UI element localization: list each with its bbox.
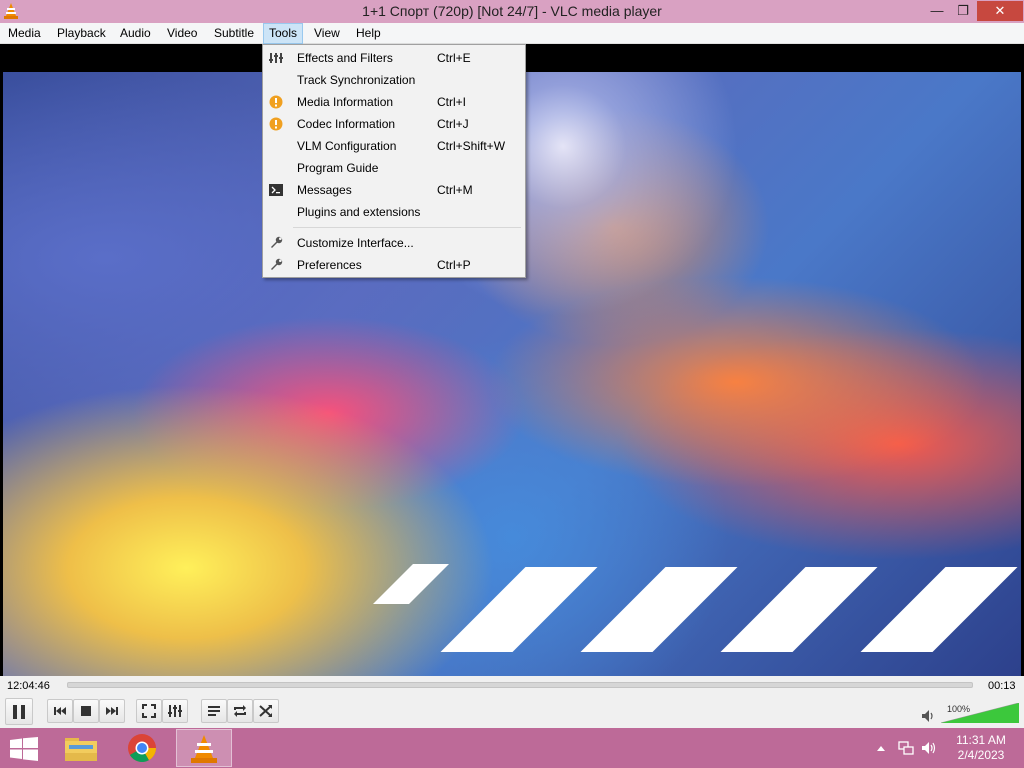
menu-item-preferences[interactable]: Preferences Ctrl+P [263,254,525,276]
window-title: 1+1 Спорт (720p) [Not 24/7] - VLC media … [362,3,662,19]
menu-item-program-guide[interactable]: Program Guide [263,157,525,179]
menu-separator [293,227,521,228]
vlc-cone-icon [191,735,217,763]
menu-item-media-information[interactable]: Media Information Ctrl+I [263,91,525,113]
terminal-icon [269,184,283,196]
seek-bar-row: 12:04:46 00:13 [0,676,1024,696]
video-stripe [580,567,738,652]
stop-button[interactable] [73,699,99,723]
next-icon [106,707,118,715]
menu-item-effects-filters[interactable]: Effects and Filters Ctrl+E [263,47,525,69]
playlist-button[interactable] [201,699,227,723]
wrench-icon [271,236,283,248]
folder-icon [65,738,97,761]
loop-icon [234,705,246,717]
title-bar[interactable]: 1+1 Спорт (720p) [Not 24/7] - VLC media … [0,0,1024,23]
restore-button[interactable]: ❐ [950,1,976,21]
menu-bar: Media Playback Audio Video Subtitle Tool… [0,23,1024,44]
chrome-icon [128,734,156,762]
menu-item-vlm-configuration[interactable]: VLM Configuration Ctrl+Shift+W [263,135,525,157]
clock-date: 2/4/2023 [957,748,1005,762]
pause-icon [13,705,25,719]
menu-help[interactable]: Help [351,23,386,44]
volume-slider[interactable] [941,703,1019,723]
video-stripe [720,567,878,652]
taskbar-file-explorer[interactable] [53,729,109,767]
fullscreen-button[interactable] [136,699,162,723]
video-stripe [440,567,598,652]
playlist-icon [208,706,220,716]
show-hidden-icons-chevron[interactable] [877,745,885,751]
playback-controls: 100% [0,696,1024,728]
clock-time: 11:31 AM [956,733,1006,747]
stop-icon [81,706,91,716]
taskbar-vlc[interactable] [176,729,232,767]
menu-playback[interactable]: Playback [52,23,111,44]
extended-settings-button[interactable] [162,699,188,723]
elapsed-time: 12:04:46 [7,680,50,692]
menu-item-track-synchronization[interactable]: Track Synchronization [263,69,525,91]
pause-button[interactable] [5,698,33,725]
video-stripe [373,564,449,604]
previous-icon [54,707,66,715]
seek-slider[interactable] [67,682,973,688]
menu-media[interactable]: Media [3,23,46,44]
equalizer-icon [269,53,283,63]
windows-start-icon[interactable] [10,737,38,761]
equalizer-icon [168,705,182,717]
loop-button[interactable] [227,699,253,723]
video-stripe [860,567,1018,652]
network-icon[interactable] [898,740,914,756]
info-icon [269,95,283,109]
next-button[interactable] [99,699,125,723]
menu-item-codec-information[interactable]: Codec Information Ctrl+J [263,113,525,135]
menu-view[interactable]: View [309,23,345,44]
menu-subtitle[interactable]: Subtitle [209,23,259,44]
menu-item-plugins-extensions[interactable]: Plugins and extensions [263,201,525,223]
wrench-icon [271,258,283,270]
tools-dropdown-menu: Effects and Filters Ctrl+E Track Synchro… [262,44,526,278]
taskbar-chrome[interactable] [114,729,170,767]
speaker-icon[interactable] [922,710,936,722]
shuffle-button[interactable] [253,699,279,723]
windows-taskbar: 11:31 AM 2/4/2023 [0,728,1024,768]
info-icon [269,117,283,131]
volume-tray-icon[interactable] [922,741,938,755]
remaining-time[interactable]: 00:13 [988,680,1016,692]
menu-audio[interactable]: Audio [115,23,156,44]
menu-item-messages[interactable]: Messages Ctrl+M [263,179,525,201]
fullscreen-icon [142,704,156,718]
menu-video[interactable]: Video [162,23,202,44]
close-button[interactable]: ✕ [977,1,1023,21]
shuffle-icon [259,705,272,717]
minimize-button[interactable]: — [924,1,950,21]
menu-tools[interactable]: Tools [263,23,304,44]
menu-item-customize-interface[interactable]: Customize Interface... [263,232,525,254]
previous-button[interactable] [47,699,73,723]
system-clock[interactable]: 11:31 AM 2/4/2023 [944,733,1018,763]
